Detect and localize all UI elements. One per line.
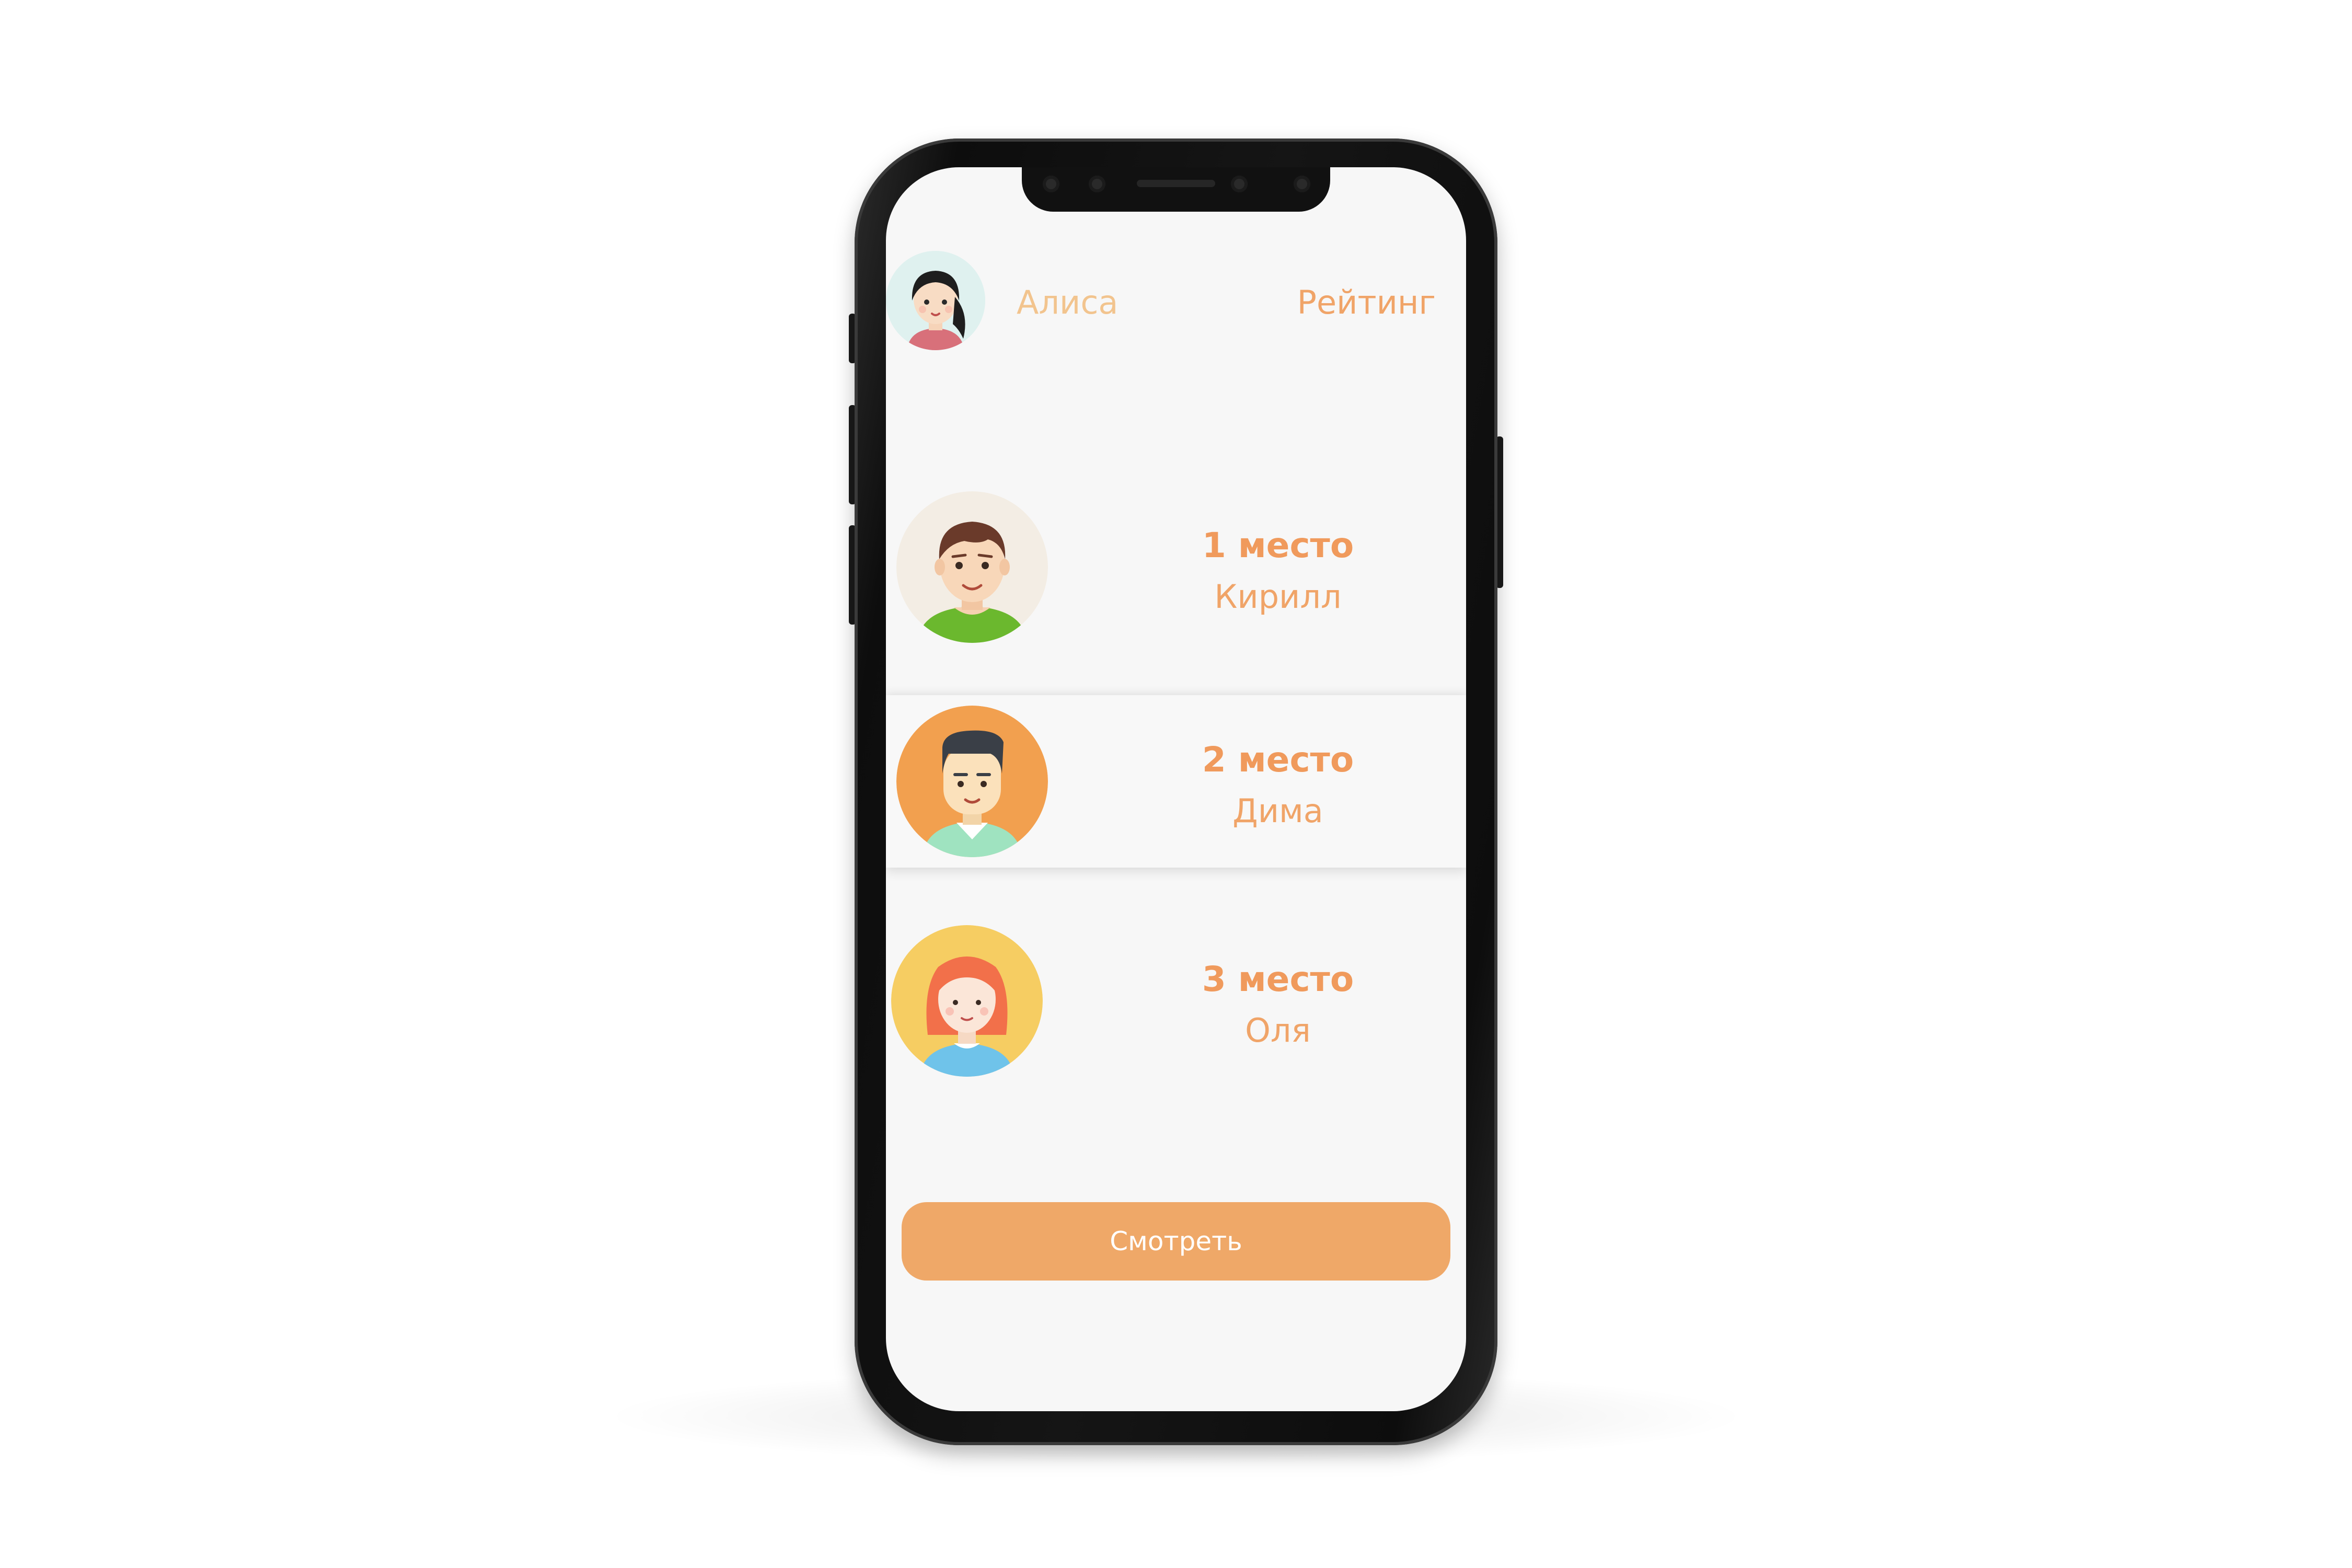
ranking-row[interactable]: 1 место Кирилл: [886, 481, 1466, 653]
front-camera-icon: [1089, 176, 1105, 192]
boy-avatar-icon: [896, 706, 1048, 857]
notch-sensor-icon: [1231, 176, 1248, 192]
app-screen: Алиса Рейтинг 1 место Кирилл 2 место Дим…: [886, 167, 1466, 1411]
girl-avatar-icon: [886, 251, 985, 350]
boy-avatar-icon: [896, 491, 1048, 643]
player-avatar: [896, 491, 1048, 643]
notch-sensor-icon: [1043, 176, 1059, 192]
earpiece-speaker: [1137, 180, 1215, 187]
girl-avatar-icon: [891, 925, 1043, 1077]
player-avatar: [896, 706, 1048, 857]
notch-sensor-icon: [1294, 176, 1310, 192]
rank-place: 1 место: [1202, 525, 1354, 566]
watch-button[interactable]: Смотреть: [902, 1202, 1450, 1281]
rating-title[interactable]: Рейтинг: [1297, 283, 1436, 321]
current-user-name: Алиса: [1017, 283, 1119, 321]
rank-place: 2 место: [1202, 740, 1354, 780]
player-name: Оля: [1245, 1011, 1311, 1050]
ranking-row-selected[interactable]: 2 место Дима: [886, 695, 1466, 868]
player-avatar: [891, 925, 1043, 1077]
phone-notch: [1022, 167, 1330, 212]
current-user-avatar[interactable]: [886, 251, 985, 350]
player-name: Дима: [1232, 792, 1323, 830]
rank-place: 3 место: [1202, 959, 1354, 999]
ranking-row[interactable]: 3 место Оля: [886, 915, 1466, 1087]
player-name: Кирилл: [1214, 578, 1342, 616]
